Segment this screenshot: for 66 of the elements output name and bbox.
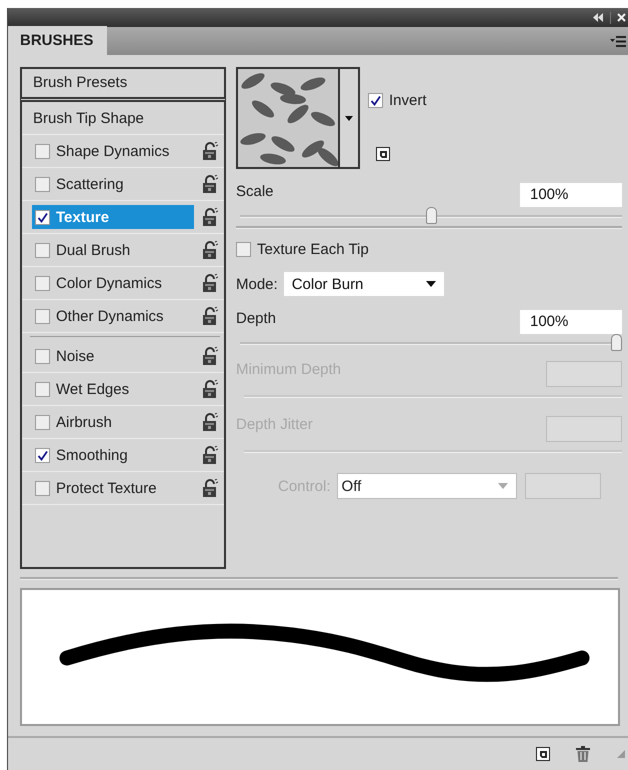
value-field[interactable] — [546, 361, 622, 388]
checkbox[interactable] — [35, 382, 50, 397]
collapse-icon[interactable] — [592, 13, 604, 22]
checkbox[interactable] — [35, 480, 50, 496]
trash-icon[interactable] — [576, 746, 590, 762]
checkbox-label: Texture Each Tip — [257, 241, 369, 258]
lock-icon — [202, 142, 218, 161]
page-icon — [376, 147, 390, 162]
list-item[interactable]: Smoothing — [32, 443, 194, 468]
lock-icon — [202, 478, 218, 498]
list-item[interactable]: Brush Tip Shape — [32, 106, 210, 130]
list-item[interactable]: Protect Texture — [32, 476, 194, 500]
slider-label: Depth — [236, 310, 276, 328]
lock-icon — [202, 240, 218, 260]
caret-icon — [426, 281, 436, 288]
slider[interactable] — [240, 334, 622, 352]
close-icon[interactable] — [617, 13, 626, 22]
slider-label: Scale — [236, 183, 274, 200]
lock-icon — [202, 446, 218, 465]
list-item[interactable]: Shape Dynamics — [32, 139, 194, 164]
lock-icon — [202, 306, 218, 326]
checkbox[interactable] — [35, 210, 50, 225]
page-icon — [536, 747, 550, 762]
mode-dropdown[interactable]: Color Burn — [284, 272, 444, 296]
checkbox[interactable] — [35, 242, 50, 258]
lock-icon — [202, 346, 218, 366]
value-field[interactable]: 100% — [520, 310, 622, 334]
checkmark-icon — [37, 212, 48, 223]
value-field[interactable]: 100% — [520, 183, 622, 208]
checkbox[interactable] — [35, 448, 50, 463]
list-item[interactable]: Noise — [32, 344, 194, 368]
checkbox-label: Invert — [389, 92, 427, 110]
brush-presets-button[interactable]: Brush Presets — [22, 69, 224, 98]
caret-icon — [498, 483, 508, 490]
texture-swatch[interactable] — [236, 67, 360, 170]
list-item[interactable]: Dual Brush — [32, 238, 194, 262]
checkbox[interactable] — [368, 93, 383, 108]
checkbox[interactable] — [35, 348, 50, 364]
list-item[interactable]: Airbrush — [32, 410, 194, 434]
value-field[interactable] — [546, 416, 622, 442]
list-item[interactable]: Scattering — [32, 172, 194, 196]
checkmark-icon — [370, 95, 381, 106]
resize-grip-icon[interactable] — [616, 749, 626, 760]
checkbox[interactable] — [35, 308, 50, 324]
checkbox[interactable] — [35, 276, 50, 291]
lock-icon — [202, 274, 218, 293]
mode-label: Mode: — [236, 276, 278, 293]
list-item[interactable]: Wet Edges — [32, 377, 194, 402]
list-item[interactable]: Texture — [32, 205, 194, 230]
lock-icon — [202, 208, 218, 227]
checkbox[interactable] — [35, 144, 50, 159]
panel-tab[interactable]: BRUSHES — [8, 26, 108, 56]
checkbox[interactable] — [35, 176, 50, 192]
list-item[interactable]: Color Dynamics — [32, 271, 194, 296]
list-item[interactable]: Other Dynamics — [32, 304, 194, 328]
lock-icon — [202, 412, 218, 432]
caret-icon — [345, 116, 353, 121]
slider[interactable] — [240, 207, 622, 224]
slider-thumb[interactable] — [611, 334, 622, 352]
lock-icon — [202, 174, 218, 194]
checkmark-icon — [37, 450, 48, 461]
checkbox[interactable] — [236, 242, 251, 258]
lock-icon — [202, 380, 218, 399]
slider-thumb[interactable] — [426, 207, 436, 224]
checkbox[interactable] — [35, 414, 50, 430]
menu-icon[interactable] — [610, 36, 626, 47]
